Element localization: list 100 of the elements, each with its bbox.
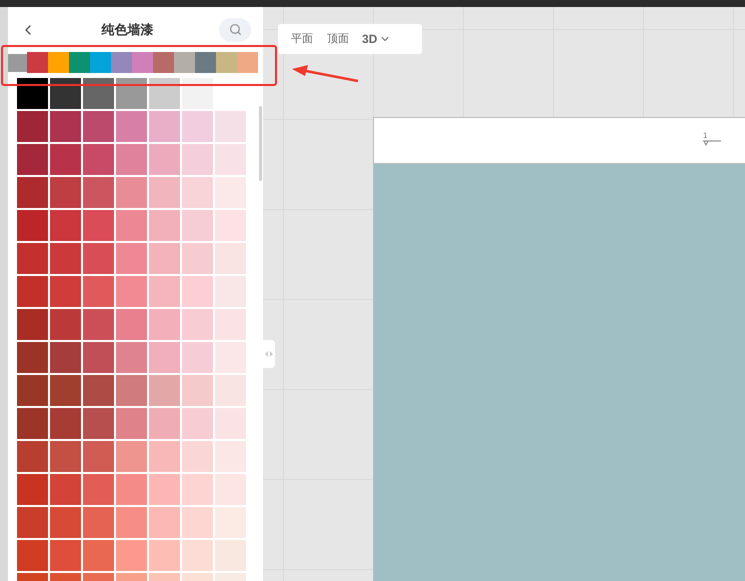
color-swatch[interactable] bbox=[149, 375, 180, 406]
color-swatch[interactable] bbox=[50, 276, 81, 307]
color-swatch[interactable] bbox=[83, 342, 114, 373]
color-tab[interactable] bbox=[48, 52, 69, 73]
color-swatch[interactable] bbox=[83, 144, 114, 175]
color-swatch[interactable] bbox=[83, 540, 114, 571]
color-swatch[interactable] bbox=[17, 507, 48, 538]
color-swatch[interactable] bbox=[182, 243, 213, 274]
color-swatch[interactable] bbox=[116, 441, 147, 472]
color-swatch[interactable] bbox=[17, 375, 48, 406]
color-swatch[interactable] bbox=[17, 540, 48, 571]
color-swatch[interactable] bbox=[17, 111, 48, 142]
color-swatch[interactable] bbox=[83, 210, 114, 241]
color-swatch[interactable] bbox=[50, 441, 81, 472]
color-swatch[interactable] bbox=[215, 309, 246, 340]
color-swatch[interactable] bbox=[149, 540, 180, 571]
color-swatch[interactable] bbox=[215, 507, 246, 538]
color-swatch[interactable] bbox=[50, 210, 81, 241]
color-swatch[interactable] bbox=[83, 375, 114, 406]
color-swatch[interactable] bbox=[182, 111, 213, 142]
search-button[interactable] bbox=[219, 18, 251, 42]
view-dropdown[interactable]: 3D bbox=[358, 30, 396, 48]
color-swatch[interactable] bbox=[50, 507, 81, 538]
color-swatch[interactable] bbox=[215, 540, 246, 571]
color-tab[interactable] bbox=[90, 52, 111, 73]
color-swatch[interactable] bbox=[83, 408, 114, 439]
collapse-handle[interactable] bbox=[263, 340, 275, 368]
color-swatch[interactable] bbox=[83, 243, 114, 274]
color-swatch[interactable] bbox=[17, 78, 48, 109]
color-swatch[interactable] bbox=[149, 474, 180, 505]
color-swatch[interactable] bbox=[182, 441, 213, 472]
color-swatch[interactable] bbox=[149, 507, 180, 538]
color-swatch[interactable] bbox=[50, 111, 81, 142]
color-tab[interactable] bbox=[216, 52, 237, 73]
color-swatch[interactable] bbox=[149, 276, 180, 307]
color-swatch[interactable] bbox=[215, 243, 246, 274]
color-swatch[interactable] bbox=[17, 243, 48, 274]
color-swatch[interactable] bbox=[182, 144, 213, 175]
color-swatch[interactable] bbox=[182, 210, 213, 241]
color-swatch[interactable] bbox=[50, 243, 81, 274]
color-swatch[interactable] bbox=[149, 210, 180, 241]
color-swatch[interactable] bbox=[50, 144, 81, 175]
color-swatch[interactable] bbox=[182, 177, 213, 208]
color-swatch[interactable] bbox=[149, 177, 180, 208]
color-swatch[interactable] bbox=[17, 144, 48, 175]
color-swatch[interactable] bbox=[83, 276, 114, 307]
color-swatch[interactable] bbox=[50, 408, 81, 439]
color-swatch[interactable] bbox=[149, 111, 180, 142]
color-swatch[interactable] bbox=[50, 474, 81, 505]
view-button[interactable]: 平面 bbox=[286, 30, 318, 48]
color-swatch[interactable] bbox=[17, 276, 48, 307]
color-swatch[interactable] bbox=[182, 342, 213, 373]
color-swatch[interactable] bbox=[215, 342, 246, 373]
color-swatch[interactable] bbox=[17, 177, 48, 208]
color-swatch[interactable] bbox=[116, 144, 147, 175]
color-tab[interactable] bbox=[111, 52, 132, 73]
color-swatch[interactable] bbox=[83, 309, 114, 340]
color-swatch[interactable] bbox=[182, 507, 213, 538]
color-swatch[interactable] bbox=[83, 177, 114, 208]
color-swatch[interactable] bbox=[149, 408, 180, 439]
color-tab[interactable] bbox=[132, 52, 153, 73]
color-swatch[interactable] bbox=[50, 342, 81, 373]
color-swatch[interactable] bbox=[83, 441, 114, 472]
color-swatch[interactable] bbox=[116, 210, 147, 241]
color-swatch[interactable] bbox=[116, 474, 147, 505]
color-swatch[interactable] bbox=[215, 408, 246, 439]
color-swatch[interactable] bbox=[215, 144, 246, 175]
color-swatch[interactable] bbox=[116, 243, 147, 274]
color-tab[interactable] bbox=[27, 52, 48, 73]
color-swatch[interactable] bbox=[83, 474, 114, 505]
color-tab[interactable] bbox=[195, 52, 216, 73]
color-swatch[interactable] bbox=[149, 342, 180, 373]
color-swatch[interactable] bbox=[116, 276, 147, 307]
color-swatch[interactable] bbox=[17, 474, 48, 505]
color-swatch[interactable] bbox=[17, 342, 48, 373]
color-swatch[interactable] bbox=[116, 507, 147, 538]
color-swatch[interactable] bbox=[17, 441, 48, 472]
color-swatch[interactable] bbox=[116, 342, 147, 373]
color-swatch[interactable] bbox=[215, 474, 246, 505]
color-swatch[interactable] bbox=[17, 309, 48, 340]
color-swatch[interactable] bbox=[149, 441, 180, 472]
color-swatch[interactable] bbox=[116, 111, 147, 142]
color-swatch[interactable] bbox=[215, 441, 246, 472]
color-swatch[interactable] bbox=[50, 540, 81, 571]
color-swatch[interactable] bbox=[215, 375, 246, 406]
color-swatch[interactable] bbox=[116, 375, 147, 406]
color-swatch[interactable] bbox=[149, 144, 180, 175]
color-swatch[interactable] bbox=[149, 243, 180, 274]
color-swatch[interactable] bbox=[116, 78, 147, 109]
color-swatch[interactable] bbox=[182, 309, 213, 340]
color-swatch[interactable] bbox=[182, 408, 213, 439]
color-swatch[interactable] bbox=[182, 276, 213, 307]
color-swatch[interactable] bbox=[182, 78, 213, 109]
color-swatch[interactable] bbox=[83, 507, 114, 538]
color-swatch[interactable] bbox=[215, 276, 246, 307]
color-swatch[interactable] bbox=[149, 309, 180, 340]
color-swatch[interactable] bbox=[116, 540, 147, 571]
color-tab[interactable] bbox=[69, 52, 90, 73]
color-tab[interactable] bbox=[153, 52, 174, 73]
color-swatch[interactable] bbox=[83, 78, 114, 109]
